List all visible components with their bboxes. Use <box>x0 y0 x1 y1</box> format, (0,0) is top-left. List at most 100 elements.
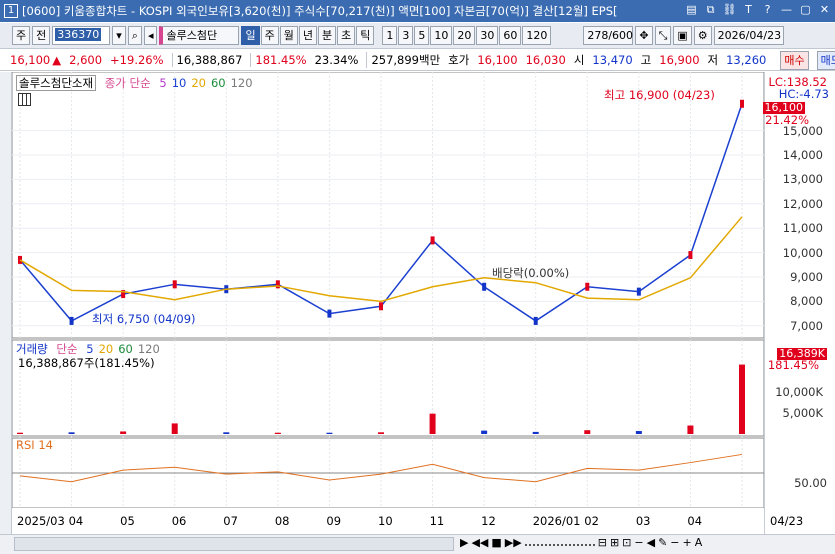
window-icon[interactable]: ⧉ <box>702 2 719 19</box>
change-percent: +19.26% <box>110 53 164 67</box>
price-candle <box>430 236 435 245</box>
save-icon[interactable]: ▣ <box>673 26 692 45</box>
zoom-out-icon[interactable]: − <box>670 536 679 549</box>
up-arrow-icon: ▲ <box>52 53 62 67</box>
title-bar: 1 [0600] 키움종합차트 - KOSPI 외국인보유[3,620(천)] … <box>0 0 835 22</box>
count-field[interactable]: 278/600 <box>583 26 634 45</box>
dividend-annotation: 배당락(0.00%) <box>492 266 570 280</box>
stock-type-select[interactable]: 전 <box>32 26 51 45</box>
volume-bar <box>584 430 591 434</box>
market-select[interactable]: 주 <box>12 26 31 45</box>
tab-icon[interactable]: ⊡ <box>622 536 631 549</box>
date-field[interactable]: 2026/04/23 <box>713 26 784 45</box>
volume-summary: 16,388,867주(181.45%) <box>18 356 155 370</box>
volume-legend-ma: 단순 <box>56 342 78 356</box>
screen-number: 1 <box>4 4 18 18</box>
forward-icon[interactable]: ▶▶ <box>505 536 522 549</box>
period-button-5[interactable]: 초 <box>337 26 356 45</box>
search-icon[interactable]: ⌕ <box>127 26 142 45</box>
crosshair-icon[interactable]: ✥ <box>635 26 653 45</box>
interval-button-30[interactable]: 30 <box>476 26 499 45</box>
pen-icon[interactable]: ✎ <box>658 536 667 549</box>
grid-icon[interactable] <box>18 93 31 106</box>
turnover-value: 23.34% <box>314 53 359 67</box>
ma-period-120: 120 <box>230 76 253 90</box>
volume-value: 16,388,867 <box>171 53 242 67</box>
quote-bar: 16,100 ▲ 2,600 +19.26% 16,388,867 181.45… <box>0 50 835 71</box>
price-candle <box>379 302 383 311</box>
time-label: 08 <box>274 514 290 528</box>
volume-bar <box>739 364 745 434</box>
tile-icon[interactable]: ⊞ <box>610 536 619 549</box>
help-icon[interactable]: ? <box>759 2 776 19</box>
time-label: 11 <box>429 514 445 528</box>
price-tick: 7,000 <box>790 318 823 333</box>
time-label: 05 <box>120 514 135 528</box>
stop-icon[interactable]: ■ <box>491 536 501 549</box>
sell-button[interactable]: 매도 <box>816 50 835 70</box>
stock-name-field[interactable]: 솔루스첨단 <box>159 26 240 45</box>
period-button-0[interactable]: 일 <box>241 26 260 45</box>
rsi-legend: RSI 14 <box>16 438 53 452</box>
zoom-in-icon[interactable]: + <box>683 536 692 549</box>
rewind-icon[interactable]: ◀◀ <box>471 536 488 549</box>
speaker-icon[interactable]: ◂ <box>143 26 158 45</box>
chart-scrollbar[interactable]: ▶ ◀◀ ■ ▶▶ ⊟ ⊞ ⊡ − ◀ ✎ − + A <box>0 534 835 554</box>
close-icon[interactable]: ✕ <box>816 2 833 19</box>
price-candle <box>585 282 590 291</box>
gear-icon[interactable]: ⚙ <box>693 26 712 45</box>
open-value: 13,470 <box>592 53 633 67</box>
interval-button-120[interactable]: 120 <box>522 26 552 45</box>
interval-button-3[interactable]: 3 <box>398 26 414 45</box>
period-button-3[interactable]: 년 <box>298 26 317 45</box>
interval-button-60[interactable]: 60 <box>499 26 522 45</box>
interval-button-20[interactable]: 20 <box>453 26 476 45</box>
volume-bar <box>481 430 488 434</box>
time-label: 12 <box>481 514 496 528</box>
hc-label: HC:-4.73 <box>778 87 829 101</box>
high-label: 고 <box>640 53 652 67</box>
auto-icon[interactable]: A <box>695 536 703 549</box>
vol-ma-period-60: 60 <box>118 342 133 356</box>
price-chart[interactable] <box>12 72 764 508</box>
period-button-4[interactable]: 분 <box>317 26 337 45</box>
scroll-thumb[interactable] <box>14 537 454 551</box>
link-icon[interactable]: ⛓ <box>721 2 738 19</box>
volume-bar <box>532 431 539 434</box>
price-candle <box>688 251 693 260</box>
cursor-icon[interactable]: ⤡ <box>654 26 672 45</box>
stock-name-label: 솔루스첨단 <box>166 29 218 42</box>
price-candle <box>636 287 641 296</box>
time-label: 10 <box>378 514 393 528</box>
current-price: 16,100 <box>10 53 51 67</box>
list-icon[interactable]: ▤ <box>683 2 700 19</box>
interval-button-1[interactable]: 1 <box>382 26 398 45</box>
interval-button-10[interactable]: 10 <box>430 26 453 45</box>
zoom-slider[interactable] <box>524 536 595 546</box>
next-icon[interactable]: ▶ <box>460 536 468 549</box>
window-icon[interactable]: ⊟ <box>598 536 607 549</box>
period-buttons: 일주월년분초틱 <box>241 26 375 45</box>
volume-bar <box>17 432 23 434</box>
low-annotation: 최저 6,750 (04/09) <box>92 312 196 326</box>
back-icon[interactable]: ◀ <box>647 536 655 549</box>
price-tick: 9,000 <box>790 270 823 284</box>
buy-button[interactable]: 매수 <box>780 50 809 70</box>
stock-code-input[interactable]: 336370 <box>52 26 111 45</box>
period-button-6[interactable]: 틱 <box>356 26 375 45</box>
volume-bar <box>635 431 642 434</box>
text-icon[interactable]: T <box>740 2 757 19</box>
maximize-icon[interactable]: ▢ <box>797 2 814 19</box>
ma-period-20: 20 <box>191 76 206 90</box>
period-button-1[interactable]: 주 <box>260 26 279 45</box>
minimize-icon[interactable]: — <box>778 2 795 19</box>
hoga-label: 호가 <box>448 53 470 67</box>
minus-icon[interactable]: − <box>634 536 643 549</box>
time-label: 2025/03 <box>17 514 65 528</box>
interval-button-5[interactable]: 5 <box>414 26 430 45</box>
period-button-2[interactable]: 월 <box>279 26 298 45</box>
ma-period-5: 5 <box>159 76 167 90</box>
dropdown-icon[interactable]: ▾ <box>112 26 126 45</box>
ma-period-60: 60 <box>210 76 226 90</box>
title-icons: ▤ ⧉ ⛓ T? — ▢ ✕ <box>683 2 833 19</box>
